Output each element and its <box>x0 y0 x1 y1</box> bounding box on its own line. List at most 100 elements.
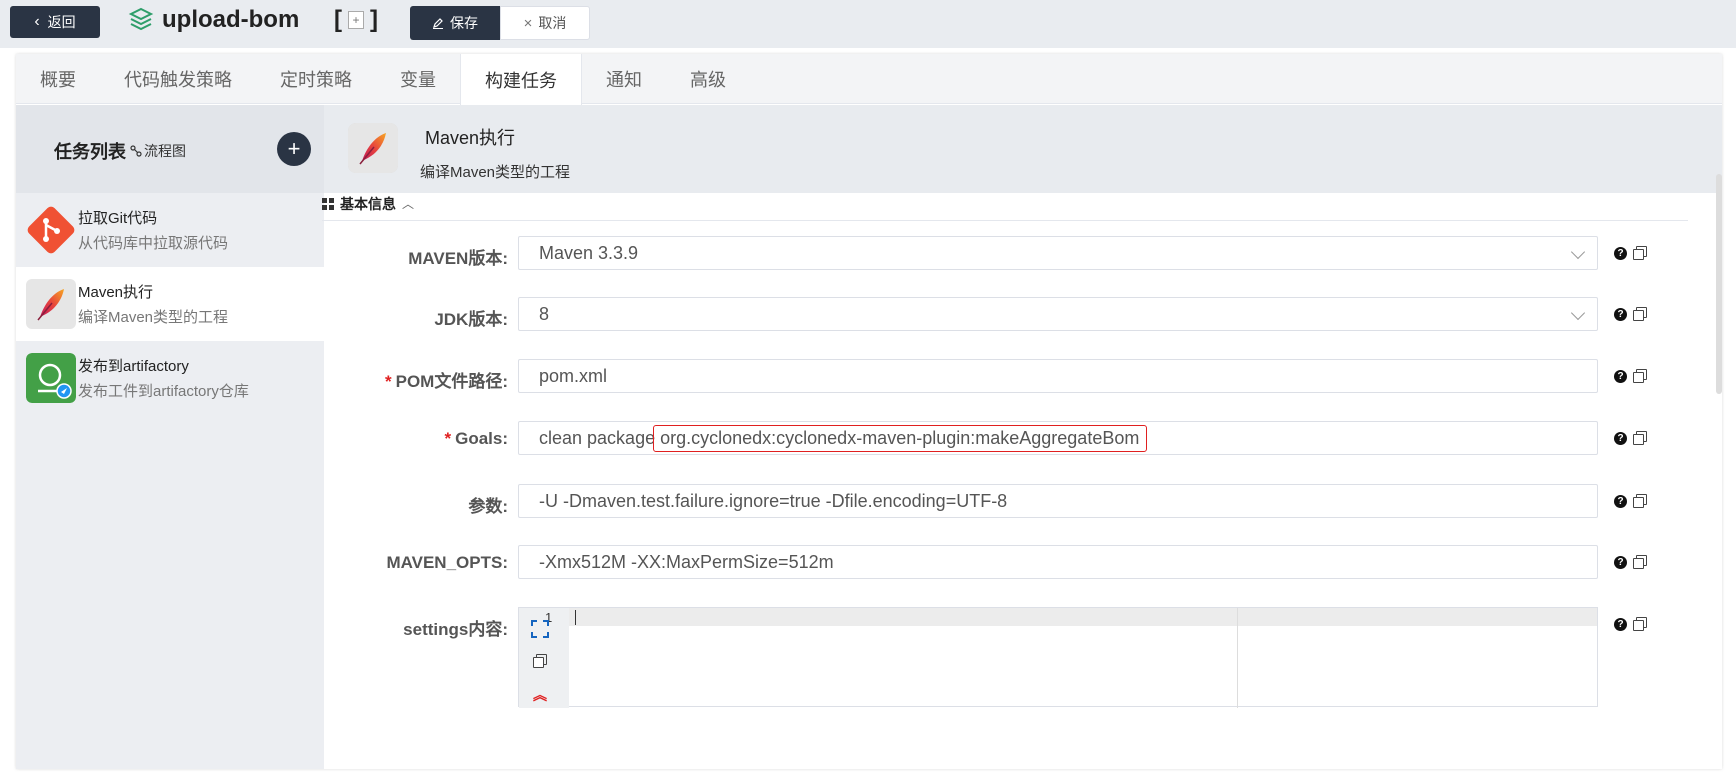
copy-icon[interactable] <box>1633 307 1647 321</box>
task-desc: 编译Maven类型的工程 <box>78 309 229 326</box>
cancel-button[interactable]: × 取消 <box>500 6 590 40</box>
maven-opts-input[interactable]: -Xmx512M -XX:MaxPermSize=512m <box>518 545 1598 579</box>
row-pom-path: * POM文件路径: pom.xml ? <box>322 359 1702 395</box>
maven-opts-label: MAVEN_OPTS: <box>386 553 508 572</box>
goals-highlight: org.cyclonedx:cyclonedx-maven-plugin:mak… <box>653 424 1148 452</box>
save-button[interactable]: 保存 <box>410 6 500 40</box>
row-goals: * Goals: clean package org.cyclonedx:cycl… <box>322 421 1702 457</box>
params-input[interactable]: -U -Dmaven.test.failure.ignore=true -Dfi… <box>518 484 1598 518</box>
task-desc: 发布工件到artifactory仓库 <box>78 383 249 400</box>
tab-advanced[interactable]: 高级 <box>666 54 750 104</box>
main-card: 概要 代码触发策略 定时策略 变量 构建任务 通知 高级 任务列表 流程图 + <box>16 54 1722 769</box>
sidebar-header: 任务列表 流程图 + <box>16 105 324 193</box>
help-icon[interactable]: ? <box>1614 617 1627 631</box>
title-bracket: [ + ] <box>334 6 378 34</box>
help-icon[interactable]: ? <box>1614 369 1627 383</box>
copy-icon[interactable] <box>1633 369 1647 383</box>
editor-margin-line <box>1237 608 1238 708</box>
tab-schedule[interactable]: 定时策略 <box>256 54 376 104</box>
required-mark: * <box>384 372 392 391</box>
copy-icon[interactable] <box>1633 246 1647 260</box>
chevron-down-icon <box>1570 244 1586 260</box>
task-name: 拉取Git代码 <box>78 210 158 227</box>
chevron-left-icon: ‹ <box>34 13 40 30</box>
help-icon[interactable]: ? <box>1614 555 1627 569</box>
help-icon[interactable]: ? <box>1614 246 1627 260</box>
editor-current-line <box>569 608 1597 626</box>
top-bar: ‹ 返回 upload-bom [ + ] 保存 × 取消 <box>0 0 1736 48</box>
cancel-label: 取消 <box>538 15 567 31</box>
chevron-up-icon[interactable]: ︽ <box>533 688 547 702</box>
task-list-title: 任务列表 <box>54 142 126 162</box>
back-label: 返回 <box>47 14 76 30</box>
maven-feather-icon <box>348 123 398 173</box>
task-name: 发布到artifactory <box>78 358 189 375</box>
task-item-artifactory[interactable]: 发布到artifactory 发布工件到artifactory仓库 <box>16 341 324 415</box>
copy-icon[interactable] <box>1633 555 1647 569</box>
plugin-header: Maven执行 编译Maven类型的工程 <box>324 105 1722 193</box>
scrollbar[interactable] <box>1716 174 1722 394</box>
task-item-maven[interactable]: Maven执行 编译Maven类型的工程 <box>16 267 324 341</box>
help-icon[interactable]: ? <box>1614 431 1627 445</box>
grid-icon <box>322 197 334 210</box>
copy-icon[interactable] <box>1633 431 1647 445</box>
required-mark: * <box>444 429 452 448</box>
page-title: upload-bom <box>162 6 300 33</box>
section-basic-info[interactable]: 基本信息 ︿ <box>322 187 1688 221</box>
copy-icon[interactable] <box>1633 617 1647 631</box>
close-icon: × <box>523 14 533 32</box>
pom-path-input[interactable]: pom.xml <box>518 359 1598 393</box>
maven-version-label: MAVEN版本: <box>408 249 508 268</box>
row-maven-version: MAVEN版本: Maven 3.3.9 ? <box>322 236 1702 272</box>
settings-label: settings内容: <box>403 620 508 639</box>
tab-notify[interactable]: 通知 <box>582 54 666 104</box>
goals-prefix: clean package <box>539 427 656 448</box>
bracket-close: ] <box>370 6 378 33</box>
task-item-git[interactable]: 拉取Git代码 从代码库中拉取源代码 <box>16 193 324 267</box>
add-task-button[interactable]: + <box>277 132 311 166</box>
row-params: 参数: -U -Dmaven.test.failure.ignore=true … <box>322 484 1702 520</box>
edit-icon <box>433 18 443 29</box>
maven-feather-icon <box>26 279 76 329</box>
editor-copy-icon[interactable] <box>533 654 547 668</box>
help-icon[interactable]: ? <box>1614 494 1627 508</box>
flowchart-link[interactable]: 流程图 <box>130 141 186 161</box>
text-cursor <box>575 610 576 625</box>
tab-code-trigger[interactable]: 代码触发策略 <box>100 54 256 104</box>
section-title: 基本信息 <box>340 195 396 212</box>
tab-bar: 概要 代码触发策略 定时策略 变量 构建任务 通知 高级 <box>16 54 1722 105</box>
expand-icon[interactable]: + <box>348 11 364 29</box>
row-settings: settings内容: 1 ︽ ? <box>322 607 1702 717</box>
plugin-name: Maven执行 <box>425 128 516 148</box>
flowchart-icon <box>130 145 142 157</box>
plugin-desc: 编译Maven类型的工程 <box>420 164 571 181</box>
save-label: 保存 <box>450 15 478 31</box>
task-name: Maven执行 <box>78 284 154 301</box>
row-maven-opts: MAVEN_OPTS: -Xmx512M -XX:MaxPermSize=512… <box>322 545 1702 581</box>
layers-icon <box>128 7 154 31</box>
help-icon[interactable]: ? <box>1614 307 1627 321</box>
row-jdk-version: JDK版本: 8 ? <box>322 297 1702 333</box>
tab-build-tasks[interactable]: 构建任务 <box>460 54 582 105</box>
bracket-open: [ <box>334 6 342 33</box>
task-sidebar: 任务列表 流程图 + 拉取Git代码 从代码库中拉取源代码 Maven执行 编译… <box>16 105 324 769</box>
flowchart-label: 流程图 <box>144 143 186 159</box>
copy-icon[interactable] <box>1633 494 1647 508</box>
goals-input[interactable]: clean package org.cyclonedx:cyclonedx-ma… <box>518 421 1598 455</box>
params-label: 参数: <box>468 497 508 516</box>
tab-variables[interactable]: 变量 <box>376 54 460 104</box>
git-icon <box>27 206 75 254</box>
pom-path-label: * POM文件路径: <box>384 372 508 391</box>
jdk-version-label: JDK版本: <box>434 310 508 329</box>
task-desc: 从代码库中拉取源代码 <box>78 235 229 252</box>
back-button[interactable]: ‹ 返回 <box>10 6 100 38</box>
maven-version-select[interactable]: Maven 3.3.9 <box>518 236 1598 270</box>
chevron-up-icon[interactable]: ︿ <box>402 195 414 212</box>
chevron-down-icon <box>1570 305 1586 321</box>
fullscreen-icon[interactable] <box>531 620 549 638</box>
jdk-version-select[interactable]: 8 <box>518 297 1598 331</box>
tab-overview[interactable]: 概要 <box>16 54 100 104</box>
goals-label: * Goals: <box>444 429 508 448</box>
settings-editor[interactable]: 1 ︽ <box>518 607 1598 708</box>
artifactory-icon <box>26 353 76 403</box>
